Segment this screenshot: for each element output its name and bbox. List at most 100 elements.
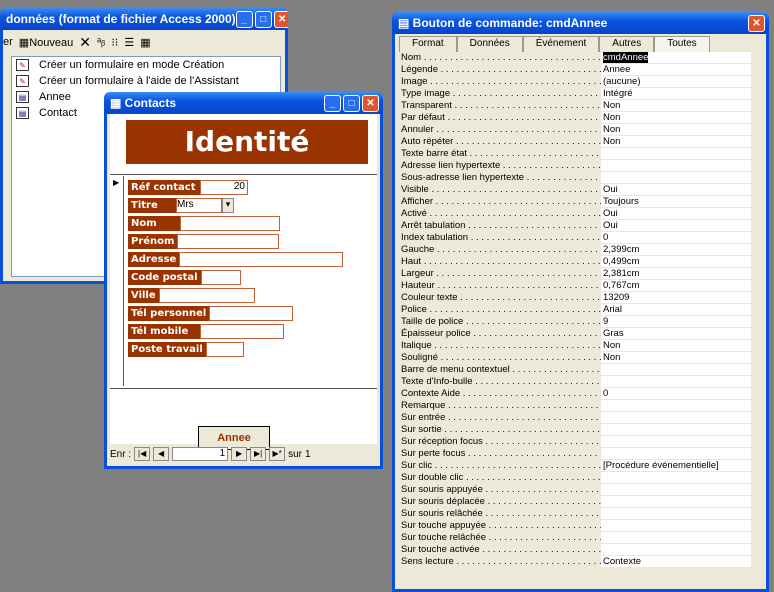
field-input[interactable]: Mrs: [176, 198, 222, 213]
property-value[interactable]: 0: [601, 388, 751, 400]
property-value[interactable]: Intégré: [601, 88, 751, 100]
property-name: Sur double clic: [401, 472, 464, 483]
property-value[interactable]: (aucune): [601, 76, 751, 88]
list-item[interactable]: ✎ Créer un formulaire en mode Création: [12, 57, 280, 73]
minimize-button[interactable]: _: [324, 94, 341, 112]
new-button[interactable]: ▦Nouveau: [19, 36, 73, 49]
property-value[interactable]: [601, 544, 751, 556]
property-value[interactable]: [Procédure événementielle]: [601, 460, 751, 472]
property-value[interactable]: Non: [601, 124, 751, 136]
property-name: Sur touche relâchée: [401, 532, 487, 543]
tab-toutes[interactable]: Toutes: [654, 36, 710, 52]
field-input[interactable]: [177, 234, 280, 249]
prev-record-button[interactable]: ◀: [153, 447, 170, 461]
large-icons-icon[interactable]: ᵃᵦ: [97, 36, 105, 48]
field-input[interactable]: [200, 324, 284, 339]
property-value[interactable]: Oui: [601, 220, 751, 232]
field-label: Tél personnel: [128, 306, 210, 321]
property-value-text: Contexte: [603, 556, 642, 567]
property-value[interactable]: [601, 472, 751, 484]
minimize-button[interactable]: _: [235, 10, 253, 28]
field-7: Tél personnel: [128, 306, 294, 321]
property-value[interactable]: [601, 496, 751, 508]
open-button[interactable]: er: [3, 36, 13, 48]
property-value[interactable]: Non: [601, 352, 751, 364]
tab-données[interactable]: Données: [456, 36, 523, 52]
property-value[interactable]: Non: [601, 100, 751, 112]
property-value[interactable]: Oui: [601, 184, 751, 196]
maximize-button[interactable]: □: [254, 10, 272, 28]
field-input[interactable]: [179, 252, 344, 267]
property-value[interactable]: [601, 172, 751, 184]
property-value[interactable]: Contexte: [601, 556, 751, 568]
last-record-button[interactable]: ▶|: [250, 447, 267, 461]
close-button[interactable]: ✕: [748, 14, 765, 32]
property-name: Index tabulation: [401, 232, 469, 243]
property-label: Type image . . . . . . . . . . . . . . .…: [401, 88, 601, 99]
property-name: Afficher: [401, 196, 434, 207]
new-icon: ▦: [18, 36, 30, 49]
property-label: Transparent . . . . . . . . . . . . . . …: [401, 100, 601, 111]
field-input[interactable]: 20: [200, 180, 248, 195]
property-value[interactable]: [601, 376, 751, 388]
record-number-input[interactable]: 1: [172, 447, 229, 461]
field-input[interactable]: [180, 216, 280, 231]
property-value[interactable]: 0: [601, 232, 751, 244]
tab-format[interactable]: Format: [399, 36, 457, 52]
property-name: Sur réception focus: [401, 436, 483, 447]
property-value[interactable]: [601, 364, 751, 376]
property-value[interactable]: [601, 160, 751, 172]
property-value[interactable]: Non: [601, 340, 751, 352]
property-label: Index tabulation . . . . . . . . . . . .…: [401, 232, 601, 243]
small-icons-icon[interactable]: ⁝⁝: [111, 36, 118, 49]
property-value[interactable]: [601, 508, 751, 520]
property-value[interactable]: 13209: [601, 292, 751, 304]
property-row: Sens lecture . . . . . . . . . . . . . .…: [401, 556, 751, 568]
property-value[interactable]: Arial: [601, 304, 751, 316]
property-value[interactable]: Non: [601, 136, 751, 148]
property-value[interactable]: 0,767cm: [601, 280, 751, 292]
field-input[interactable]: [200, 270, 241, 285]
list-icon[interactable]: ☰: [124, 36, 134, 49]
close-button[interactable]: ✕: [362, 94, 379, 112]
tab-autres[interactable]: Autres: [599, 36, 655, 52]
property-value[interactable]: 0,499cm: [601, 256, 751, 268]
property-value[interactable]: [601, 448, 751, 460]
property-value[interactable]: Oui: [601, 208, 751, 220]
property-label: Sur réception focus . . . . . . . . . . …: [401, 436, 601, 447]
property-value[interactable]: Gras: [601, 328, 751, 340]
property-value[interactable]: Toujours: [601, 196, 751, 208]
property-value[interactable]: [601, 436, 751, 448]
property-value[interactable]: [601, 532, 751, 544]
property-row: Annuler . . . . . . . . . . . . . . . . …: [401, 124, 751, 136]
new-record-button[interactable]: ▶*: [269, 447, 286, 461]
property-value[interactable]: [601, 484, 751, 496]
property-value[interactable]: [601, 148, 751, 160]
property-value[interactable]: cmdAnnee: [601, 52, 751, 64]
maximize-button[interactable]: □: [343, 94, 360, 112]
property-value[interactable]: 9: [601, 316, 751, 328]
property-value[interactable]: Annee: [601, 64, 751, 76]
next-record-button[interactable]: ▶: [231, 447, 248, 461]
details-icon[interactable]: ▦: [140, 36, 150, 49]
property-value[interactable]: 2,399cm: [601, 244, 751, 256]
property-name: Sur clic: [401, 460, 433, 471]
property-value[interactable]: [601, 400, 751, 412]
property-value[interactable]: [601, 424, 751, 436]
property-value[interactable]: Non: [601, 112, 751, 124]
field-input[interactable]: [205, 342, 244, 357]
first-record-button[interactable]: |◀: [134, 447, 151, 461]
property-value-text: Gras: [603, 328, 624, 339]
delete-icon[interactable]: ✕: [79, 34, 91, 51]
property-value-text: Non: [603, 340, 621, 351]
property-value[interactable]: 2,381cm: [601, 268, 751, 280]
list-item[interactable]: ✎ Créer un formulaire à l'aide de l'Assis…: [12, 73, 280, 89]
field-input[interactable]: [158, 288, 255, 303]
close-button[interactable]: ✕: [273, 10, 288, 28]
record-selector[interactable]: ▶: [110, 176, 124, 386]
field-input[interactable]: [209, 306, 294, 321]
property-value[interactable]: [601, 412, 751, 424]
dropdown-arrow-icon[interactable]: ▾: [222, 198, 234, 213]
property-value[interactable]: [601, 520, 751, 532]
tab-événement[interactable]: Événement: [522, 36, 600, 52]
